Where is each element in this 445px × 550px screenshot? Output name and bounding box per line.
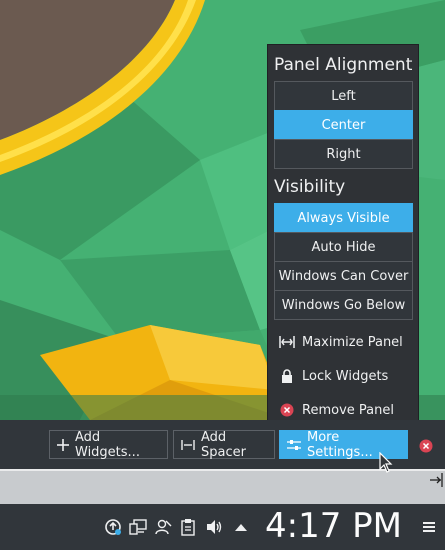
user-switch-icon[interactable] — [154, 518, 172, 536]
visibility-options: Always Visible Auto Hide Windows Can Cov… — [274, 203, 413, 320]
network-icon[interactable] — [129, 518, 147, 536]
alignment-options: Left Center Right — [274, 81, 413, 169]
settings-sliders-icon — [287, 439, 301, 451]
close-toolbar-icon[interactable] — [419, 438, 433, 453]
align-right-button[interactable]: Right — [274, 139, 413, 169]
spacer-icon — [181, 439, 195, 450]
lock-icon — [278, 367, 296, 385]
panel-settings-menu: Panel Alignment Left Center Right Visibi… — [267, 44, 419, 430]
lock-label: Lock Widgets — [302, 368, 389, 384]
maximize-label: Maximize Panel — [302, 334, 403, 350]
tray-expand-icon[interactable] — [232, 518, 250, 536]
mouse-cursor-icon — [379, 451, 393, 478]
always-visible-button[interactable]: Always Visible — [274, 203, 413, 233]
clipboard-icon[interactable] — [179, 518, 197, 536]
volume-icon[interactable] — [205, 518, 223, 536]
align-left-button[interactable]: Left — [274, 81, 413, 111]
visibility-title: Visibility — [274, 177, 346, 197]
alignment-title: Panel Alignment — [274, 55, 413, 75]
maximize-panel-action[interactable]: Maximize Panel — [278, 327, 403, 357]
align-center-button[interactable]: Center — [274, 110, 413, 140]
plus-icon — [57, 438, 69, 451]
add-spacer-button[interactable]: Add Spacer — [173, 429, 275, 460]
remove-label: Remove Panel — [302, 402, 394, 418]
bottom-panel: 4:17 PM — [0, 504, 445, 550]
auto-hide-button[interactable]: Auto Hide — [274, 232, 413, 262]
maximize-icon — [278, 333, 296, 351]
remove-icon — [278, 401, 296, 419]
windows-can-cover-button[interactable]: Windows Can Cover — [274, 261, 413, 291]
digital-clock[interactable]: 4:17 PM — [265, 506, 402, 546]
add-spacer-label: Add Spacer — [201, 429, 246, 460]
add-widgets-label: Add Widgets... — [75, 429, 140, 460]
updates-icon[interactable] — [104, 518, 122, 536]
width-handle-icon[interactable] — [428, 471, 445, 493]
windows-go-below-button[interactable]: Windows Go Below — [274, 290, 413, 320]
panel-options-icon[interactable] — [420, 518, 438, 536]
lock-widgets-action[interactable]: Lock Widgets — [278, 361, 388, 391]
add-widgets-button[interactable]: Add Widgets... — [49, 429, 168, 460]
